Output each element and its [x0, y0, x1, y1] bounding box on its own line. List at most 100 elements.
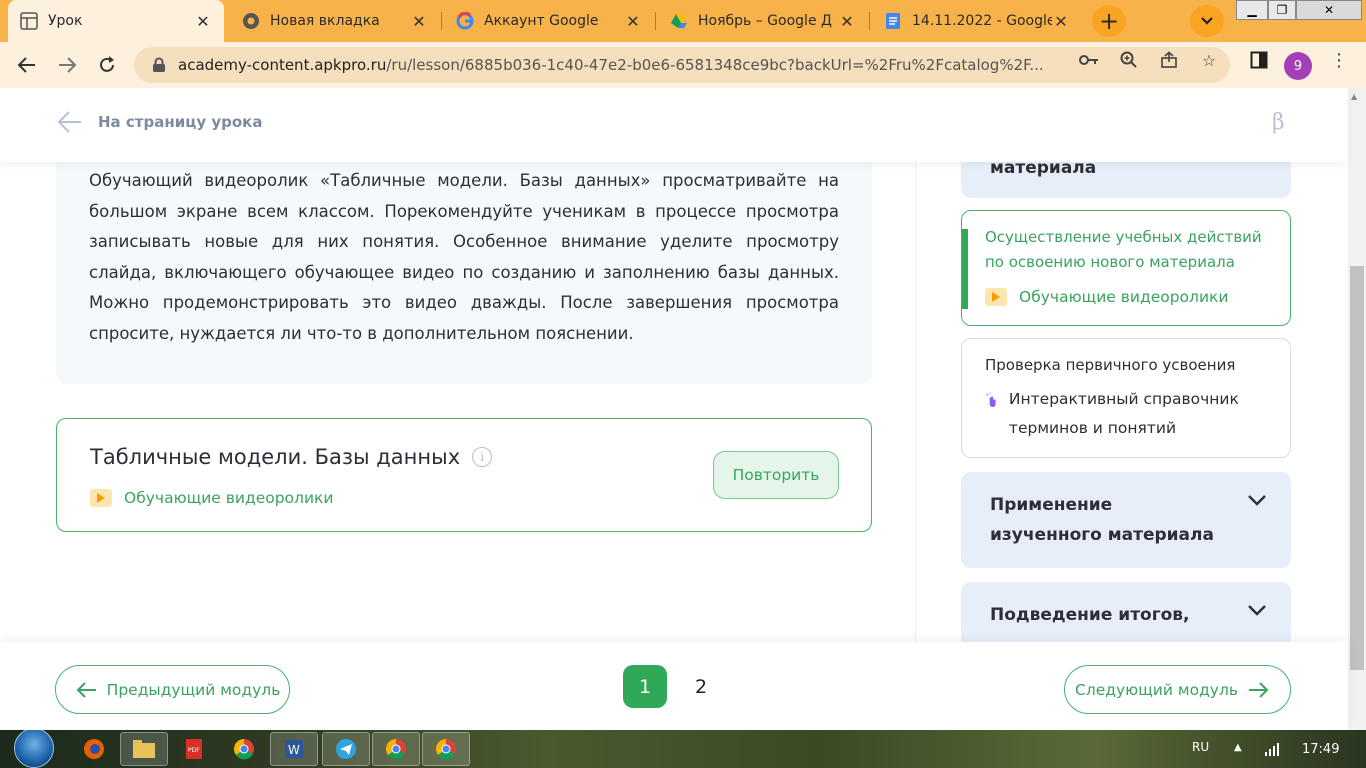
- tab-lesson[interactable]: Урок ✕: [8, 0, 224, 42]
- tab-search-button[interactable]: [1190, 5, 1224, 37]
- zoom-icon[interactable]: [1118, 49, 1140, 71]
- resource-title: Табличные модели. Базы данных i: [90, 445, 493, 469]
- step-item-glossary[interactable]: Интерактивный справочник терминов и поня…: [985, 385, 1245, 443]
- previous-module-button[interactable]: Предыдущий модуль: [55, 665, 290, 714]
- word-icon[interactable]: W: [270, 732, 318, 766]
- tab-title: 14.11.2022 - Google: [912, 13, 1052, 29]
- tab-separator: [441, 12, 442, 30]
- info-icon[interactable]: i: [472, 447, 493, 467]
- docs-icon: [884, 12, 902, 30]
- tray-expand-icon[interactable]: ▲: [1234, 742, 1242, 753]
- video-play-icon: [90, 489, 112, 507]
- group-label: Применение изученного материала: [990, 495, 1214, 545]
- chevron-down-icon: [1248, 605, 1266, 616]
- teacher-note-card: Обучающий видеоролик «Табличные модели. …: [56, 142, 872, 384]
- drive-icon: [670, 12, 688, 30]
- tab-title: Новая вкладка: [270, 13, 380, 29]
- tab-google-docs[interactable]: 14.11.2022 - Google ✕: [872, 0, 1082, 42]
- back-to-lesson-link[interactable]: На страницу урока: [56, 110, 262, 134]
- start-button[interactable]: [14, 730, 54, 768]
- chevron-down-icon: [1201, 17, 1213, 25]
- step-title: Проверка первичного усвоения: [985, 356, 1236, 374]
- svg-text:PDF: PDF: [188, 747, 200, 754]
- chrome-window-icon[interactable]: [422, 732, 470, 766]
- reload-button[interactable]: [92, 50, 122, 80]
- resource-type: Обучающие видеоролики: [90, 489, 333, 507]
- signal-icon[interactable]: [1264, 742, 1280, 756]
- teacher-note-text: Обучающий видеоролик «Табличные модели. …: [89, 171, 839, 343]
- tab-new[interactable]: Новая вкладка ✕: [230, 0, 440, 42]
- windows-taskbar: PDF W RU ▲ 17:49: [0, 730, 1366, 768]
- scroll-up-icon[interactable]: ▲: [1351, 92, 1357, 101]
- video-play-icon: [985, 288, 1007, 306]
- forward-button[interactable]: [52, 50, 82, 80]
- lock-icon: [153, 57, 165, 72]
- chevron-down-icon: [1248, 495, 1266, 506]
- back-button[interactable]: [12, 50, 42, 80]
- beta-badge: β: [1272, 110, 1285, 135]
- clock[interactable]: 17:49: [1302, 742, 1339, 757]
- resource-card[interactable]: Табличные модели. Базы данных i Обучающи…: [56, 418, 872, 532]
- module-navigation: Предыдущий модуль 1 2 Следующий модуль: [0, 642, 1348, 730]
- tab-title: Ноябрь – Google Д: [698, 13, 832, 29]
- explorer-icon[interactable]: [120, 732, 168, 766]
- pagination: 1 2: [623, 665, 723, 708]
- menu-icon[interactable]: ⋮: [1328, 49, 1350, 71]
- key-icon[interactable]: [1078, 49, 1100, 71]
- url-text: academy-content.apkpro.ru/ru/lesson/6885…: [178, 56, 1044, 74]
- firefox-icon[interactable]: [72, 732, 116, 766]
- minimize-button[interactable]: ▁: [1236, 0, 1268, 20]
- arrow-right-icon: [59, 57, 77, 73]
- step-title: Осуществление учебных действий по освоен…: [985, 228, 1262, 271]
- profile-avatar[interactable]: 9: [1284, 52, 1312, 80]
- back-link-label: На страницу урока: [98, 113, 263, 131]
- step-check[interactable]: Проверка первичного усвоения Интерактивн…: [961, 338, 1291, 458]
- touch-icon: [986, 392, 996, 408]
- close-tab-icon[interactable]: ✕: [194, 12, 212, 31]
- side-panel-icon[interactable]: [1248, 49, 1270, 71]
- google-icon: [456, 12, 474, 30]
- next-module-button[interactable]: Следующий модуль: [1064, 665, 1291, 714]
- close-tab-icon[interactable]: ✕: [410, 12, 428, 31]
- page-2-button[interactable]: 2: [679, 665, 723, 708]
- arrow-left-icon: [57, 111, 81, 133]
- telegram-icon[interactable]: [322, 732, 370, 766]
- window-controls: ▁ ❐ ✕: [1236, 0, 1366, 22]
- svg-text:W: W: [288, 743, 300, 757]
- star-icon[interactable]: ☆: [1198, 49, 1220, 71]
- browser-toolbar: academy-content.apkpro.ru/ru/lesson/6885…: [0, 42, 1366, 88]
- share-icon[interactable]: [1158, 49, 1180, 71]
- group-label: Подведение итогов,: [990, 605, 1190, 625]
- tab-google-drive[interactable]: Ноябрь – Google Д ✕: [658, 0, 868, 42]
- repeat-button[interactable]: Повторить: [713, 451, 839, 499]
- tab-google-account[interactable]: Аккаунт Google ✕: [444, 0, 654, 42]
- active-indicator: [962, 229, 968, 309]
- step-current[interactable]: Осуществление учебных действий по освоен…: [961, 210, 1291, 326]
- page-viewport: На страницу урока β Обучающий видеоролик…: [0, 88, 1366, 730]
- scrollbar-thumb[interactable]: [1350, 266, 1364, 670]
- page-1-button[interactable]: 1: [623, 665, 667, 708]
- language-indicator[interactable]: RU: [1192, 740, 1209, 754]
- close-tab-icon[interactable]: ✕: [838, 12, 856, 31]
- arrow-left-icon: [76, 681, 96, 698]
- close-tab-icon[interactable]: ✕: [624, 12, 642, 31]
- tab-separator: [655, 12, 656, 30]
- step-group-apply[interactable]: Применение изученного материала: [961, 472, 1291, 568]
- reload-icon: [100, 56, 114, 72]
- address-bar[interactable]: academy-content.apkpro.ru/ru/lesson/6885…: [134, 47, 1230, 83]
- close-tab-icon[interactable]: ✕: [1052, 12, 1070, 31]
- tab-title: Урок: [48, 13, 83, 29]
- tab-separator: [869, 12, 870, 30]
- step-item-videos[interactable]: Обучающие видеоролики: [985, 283, 1228, 312]
- pdf-icon[interactable]: PDF: [172, 732, 216, 766]
- maximize-button[interactable]: ❐: [1268, 0, 1296, 20]
- tab-title: Аккаунт Google: [484, 13, 599, 29]
- lesson-header: На страницу урока β: [0, 88, 1348, 162]
- browser-tab-strip: Урок ✕ Новая вкладка ✕ Аккаунт Google ✕ …: [0, 0, 1366, 42]
- chrome-icon: [242, 12, 260, 30]
- close-window-button[interactable]: ✕: [1296, 0, 1362, 20]
- step-group-partial[interactable]: материала: [961, 162, 1291, 198]
- new-tab-button[interactable]: +: [1092, 5, 1126, 37]
- chrome-window-icon[interactable]: [372, 732, 420, 766]
- chrome-icon[interactable]: [222, 732, 266, 766]
